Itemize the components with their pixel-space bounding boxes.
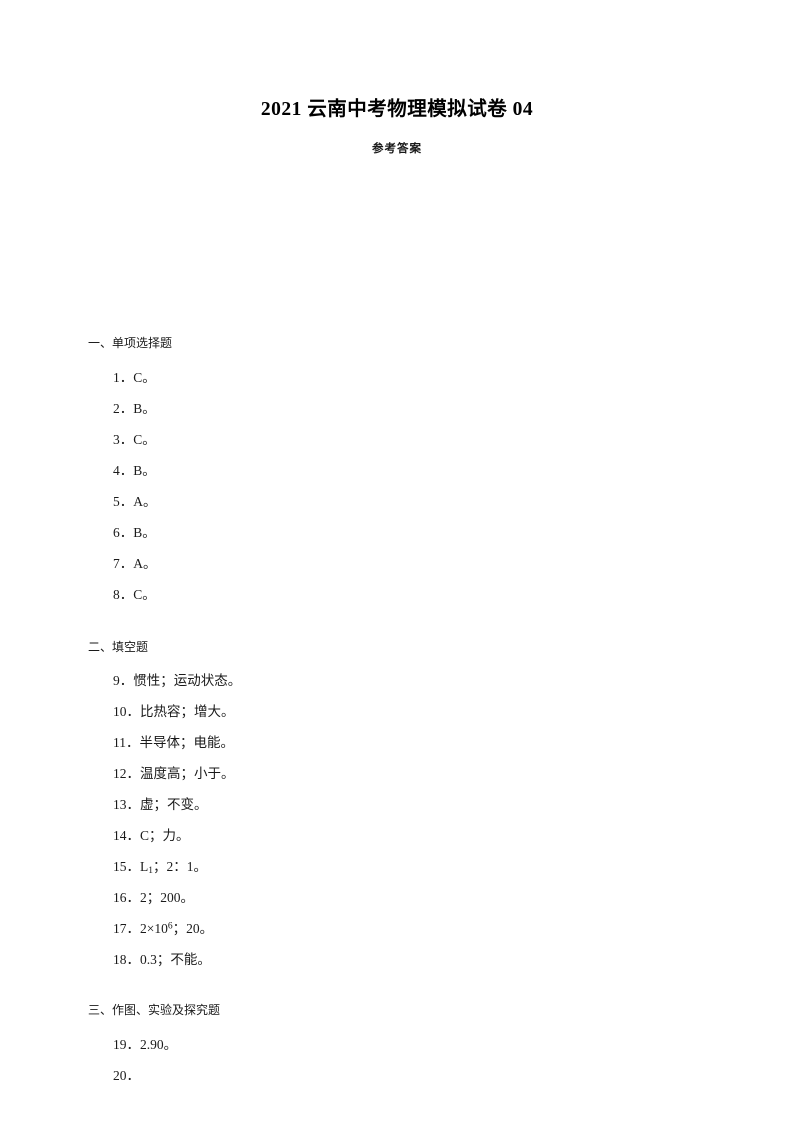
answer-number: 13． <box>113 797 140 813</box>
answer-text: 0.3；不能。 <box>140 952 211 968</box>
answer-text: 2×106；20。 <box>140 921 214 937</box>
answer-text: A。 <box>133 493 157 509</box>
answer-item: 13．虚；不变。 <box>0 789 794 820</box>
answer-superscript: 6 <box>167 921 173 932</box>
answer-number: 2． <box>113 400 134 416</box>
answer-number: 15． <box>113 859 140 875</box>
section-drawing-experiment-inquiry: 三、作图、实验及探究题 19．2.90。 20． <box>0 975 794 1090</box>
answer-number: 4． <box>113 462 134 478</box>
answer-text: B。 <box>133 400 156 416</box>
answer-text: B。 <box>133 462 156 478</box>
answer-item: 7．A。 <box>0 548 794 579</box>
answer-text: C。 <box>133 369 156 385</box>
page-subtitle: 参考答案 <box>372 141 422 156</box>
answer-item: 14．C；力。 <box>0 820 794 851</box>
answer-text: 虚；不变。 <box>140 797 208 813</box>
answer-number: 5． <box>113 493 134 509</box>
answer-number: 18． <box>113 952 140 968</box>
answer-text: A。 <box>133 555 157 571</box>
answer-item: 19．2.90。 <box>0 1029 794 1060</box>
answer-item: 2．B。 <box>0 393 794 424</box>
answer-item: 6．B。 <box>0 517 794 548</box>
answer-item: 17．2×106；20。 <box>0 913 794 944</box>
answer-number: 3． <box>113 431 134 447</box>
answer-number: 6． <box>113 524 134 540</box>
answer-item: 12．温度高；小于。 <box>0 758 794 789</box>
answer-text: 半导体；电能。 <box>139 735 235 751</box>
answer-text: C。 <box>133 586 156 602</box>
answer-item: 3．C。 <box>0 424 794 455</box>
answer-text: 2；200。 <box>140 890 194 906</box>
answer-text: 2.90。 <box>140 1036 178 1052</box>
answer-number: 9． <box>113 673 134 689</box>
answer-list: 9．惯性；运动状态。 10．比热容；增大。 11．半导体；电能。 12．温度高；小于。… <box>0 654 794 975</box>
answer-number: 8． <box>113 586 134 602</box>
section-multiple-choice: 一、单项选择题 1．C。 2．B。 3．C。 4．B。 5．A。 6．B。 7．A。 8．C。 <box>0 156 794 609</box>
answer-text: 比热容；增大。 <box>140 704 235 720</box>
section-heading: 三、作图、实验及探究题 <box>88 1003 221 1018</box>
answer-item: 11．半导体；电能。 <box>0 727 794 758</box>
answer-list: 1．C。 2．B。 3．C。 4．B。 5．A。 6．B。 7．A。 8．C。 <box>0 351 794 610</box>
answer-number: 17． <box>113 921 140 937</box>
answer-item: 4．B。 <box>0 455 794 486</box>
answers-content: 一、单项选择题 1．C。 2．B。 3．C。 4．B。 5．A。 6．B。 7．A。 8．C。… <box>0 156 794 1090</box>
answer-number: 14． <box>113 828 140 844</box>
answer-number: 1． <box>113 369 134 385</box>
answer-text: C；力。 <box>140 828 190 844</box>
answer-list: 19．2.90。 20． <box>0 1018 794 1091</box>
answer-item: 18．0.3；不能。 <box>0 944 794 975</box>
answer-item: 10．比热容；增大。 <box>0 696 794 727</box>
answer-number: 10． <box>113 704 140 720</box>
answer-item: 8．C。 <box>0 579 794 610</box>
answer-text: B。 <box>133 524 156 540</box>
page-title: 2021 云南中考物理模拟试卷 04 <box>260 99 534 120</box>
answer-number: 12． <box>113 766 140 782</box>
answer-text: 温度高；小于。 <box>140 766 235 782</box>
answer-number: 19． <box>113 1036 140 1052</box>
answer-item: 16．2；200。 <box>0 882 794 913</box>
answer-text: 惯性；运动状态。 <box>133 673 242 689</box>
answer-item: 5．A。 <box>0 486 794 517</box>
answer-item: 15．L1；2：1。 <box>0 851 794 882</box>
answer-number: 11． <box>113 735 140 751</box>
answer-item: 9．惯性；运动状态。 <box>0 665 794 696</box>
section-heading: 二、填空题 <box>88 639 149 654</box>
answer-number: 16． <box>113 890 140 906</box>
section-heading: 一、单项选择题 <box>88 336 173 351</box>
section-fill-in-the-blank: 二、填空题 9．惯性；运动状态。 10．比热容；增大。 11．半导体；电能。 12．温… <box>0 610 794 975</box>
answer-subscript: 1 <box>148 866 153 877</box>
answer-number: 7． <box>113 555 134 571</box>
answer-sheet-page: 2021 云南中考物理模拟试卷 04 参考答案 一、单项选择题 1．C。 2．B。… <box>0 0 794 1123</box>
answer-text: C。 <box>133 431 156 447</box>
answer-item: 1．C。 <box>0 362 794 393</box>
answer-number: 20． <box>113 1067 140 1083</box>
answer-text: L1；2：1。 <box>140 859 207 877</box>
answer-item: 20． <box>0 1060 794 1091</box>
